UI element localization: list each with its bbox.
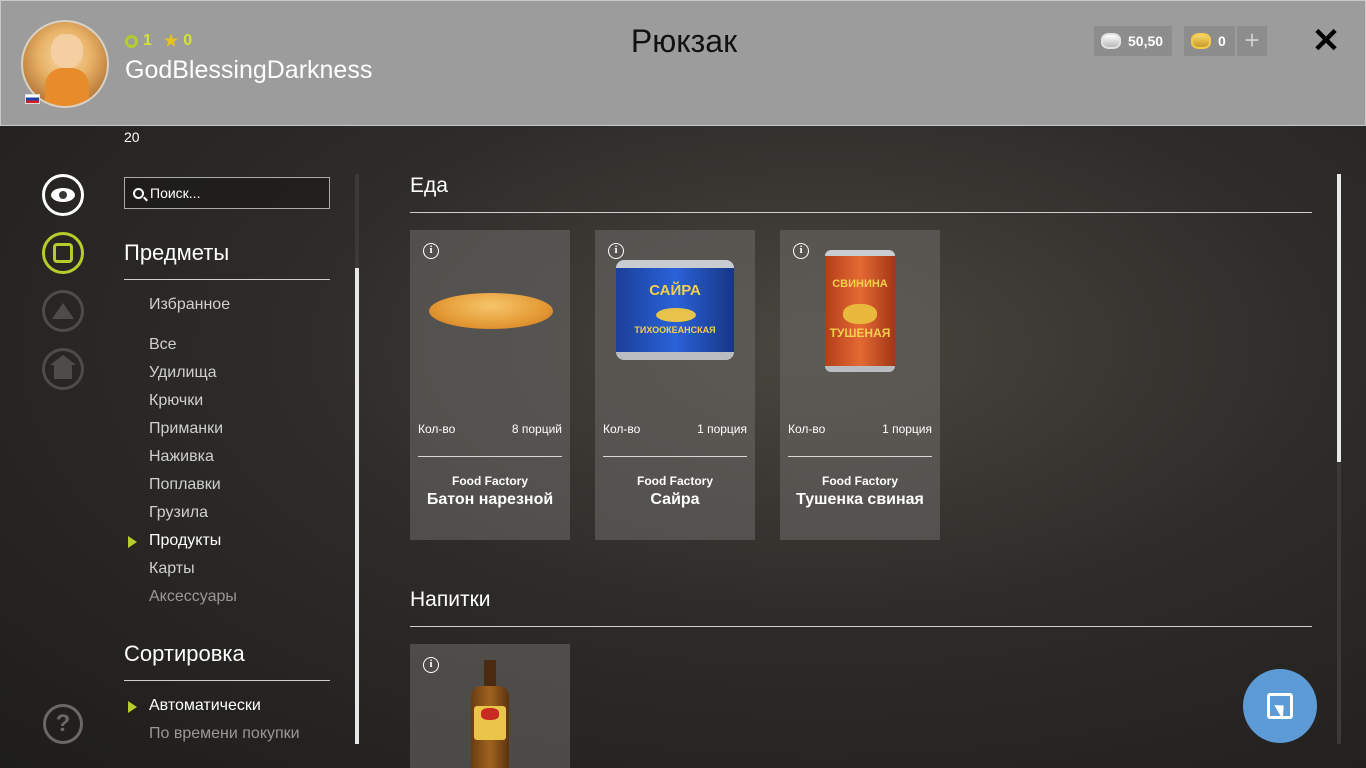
silver-coins-icon xyxy=(1101,33,1121,49)
fish-icon xyxy=(51,188,75,202)
home-icon xyxy=(50,355,76,379)
silver-balance: 50,50 xyxy=(1094,26,1173,56)
player-stats: 1 ★ 0 xyxy=(125,31,192,51)
camp-nav-button[interactable] xyxy=(42,290,84,332)
product-card-saury[interactable]: i САЙРА ТИХООКЕАНСКАЯ Кол-во 1 порция Fo… xyxy=(595,230,755,540)
product-name: Сайра xyxy=(650,491,700,508)
sidebar-scrollbar-thumb[interactable] xyxy=(355,268,359,744)
sort-option-auto[interactable]: Автоматически xyxy=(149,697,261,715)
help-button[interactable]: ? xyxy=(43,704,83,744)
product-brand: Food Factory xyxy=(451,474,528,488)
quantity-value: 1 порция xyxy=(697,422,747,436)
items-divider xyxy=(124,279,330,280)
star-value: 0 xyxy=(183,32,193,49)
can-label-bottom: ТУШЕНАЯ xyxy=(829,326,891,340)
product-card-pork[interactable]: i СВИНИНА ТУШЕНАЯ Кол-во 1 порция Food F… xyxy=(780,230,940,540)
star-stat: ★ 0 xyxy=(164,31,192,51)
cursor-mode-button[interactable] xyxy=(1243,669,1317,743)
backpack-nav-button[interactable] xyxy=(42,232,84,274)
silver-value: 50,50 xyxy=(1128,33,1164,49)
level-value: 1 xyxy=(143,32,152,49)
sort-section-title: Сортировка xyxy=(124,641,245,666)
menu-item-lures[interactable]: Приманки xyxy=(149,420,223,438)
pork-can-image: СВИНИНА ТУШЕНАЯ xyxy=(825,250,895,372)
player-username: GodBlessingDarkness xyxy=(125,56,373,84)
drink-bottle-image xyxy=(471,660,509,768)
tent-icon xyxy=(52,303,74,319)
quantity-value: 8 порций xyxy=(511,422,562,436)
add-gold-button[interactable]: + xyxy=(1237,26,1267,56)
backpack-icon xyxy=(53,243,73,263)
bread-image xyxy=(429,293,553,329)
info-icon[interactable]: i xyxy=(423,243,439,259)
menu-item-sinkers[interactable]: Грузила xyxy=(149,504,208,522)
russia-flag-icon xyxy=(25,94,40,104)
product-name: Тушенка свиная xyxy=(796,491,924,508)
menu-item-favorites[interactable]: Избранное xyxy=(149,296,230,314)
quantity-label: Кол-во xyxy=(603,422,641,436)
close-button[interactable]: ✕ xyxy=(1311,23,1341,59)
menu-item-floats[interactable]: Поплавки xyxy=(149,476,221,494)
page-title: Рюкзак xyxy=(630,23,738,59)
quantity-row: Кол-во 1 порция xyxy=(603,422,747,436)
card-divider xyxy=(603,456,747,457)
gold-coins-icon xyxy=(1191,33,1211,49)
menu-item-bait[interactable]: Наживка xyxy=(149,448,214,466)
category-divider-drinks xyxy=(410,626,1312,627)
info-icon[interactable]: i xyxy=(793,243,809,259)
question-mark-icon: ? xyxy=(55,710,71,737)
gold-balance: 0 xyxy=(1184,26,1235,56)
menu-item-all[interactable]: Все xyxy=(149,336,177,354)
sort-option-purchase-time[interactable]: По времени покупки xyxy=(149,725,300,743)
product-card-bread[interactable]: i Кол-во 8 порций Food Factory Батон нар… xyxy=(410,230,570,540)
product-name: Батон нарезной xyxy=(426,491,554,508)
saury-can-image: САЙРА ТИХООКЕАНСКАЯ xyxy=(616,250,734,368)
can-label-bottom: ТИХООКЕАНСКАЯ xyxy=(634,325,716,335)
fishing-nav-button[interactable] xyxy=(42,174,84,216)
star-icon: ★ xyxy=(163,33,179,50)
menu-item-accessories[interactable]: Аксессуары xyxy=(149,588,237,606)
level-number: 20 xyxy=(124,129,140,145)
active-arrow-icon xyxy=(128,536,137,548)
product-card-drink[interactable]: i xyxy=(410,644,570,768)
can-label-top: СВИНИНА xyxy=(832,278,888,290)
active-sort-arrow-icon xyxy=(128,701,137,713)
menu-item-maps[interactable]: Карты xyxy=(149,560,195,578)
menu-item-hooks[interactable]: Крючки xyxy=(149,392,203,410)
info-icon[interactable]: i xyxy=(423,657,439,673)
quantity-label: Кол-во xyxy=(418,422,456,436)
level-stat: 1 xyxy=(125,32,152,50)
category-title-drinks: Напитки xyxy=(410,588,491,611)
gold-value: 0 xyxy=(1218,33,1226,49)
product-brand: Food Factory xyxy=(636,474,713,488)
category-divider-food xyxy=(410,212,1312,213)
main-scrollbar-thumb[interactable] xyxy=(1337,174,1341,462)
search-icon xyxy=(133,187,144,199)
cursor-icon xyxy=(1267,693,1293,719)
can-label-top: САЙРА xyxy=(649,282,701,299)
search-box[interactable] xyxy=(124,177,330,209)
card-divider xyxy=(418,456,562,457)
menu-item-rods[interactable]: Удилища xyxy=(149,364,217,382)
quantity-row: Кол-во 1 порция xyxy=(788,422,932,436)
level-ring-icon xyxy=(125,34,138,48)
quantity-value: 1 порция xyxy=(882,422,932,436)
search-input[interactable] xyxy=(150,185,320,201)
sort-divider xyxy=(124,680,330,681)
items-section-title: Предметы xyxy=(124,240,230,265)
header-bar: 1 ★ 0 GodBlessingDarkness Рюкзак 50,50 0… xyxy=(0,0,1366,126)
quantity-row: Кол-во 8 порций xyxy=(418,422,562,436)
product-brand: Food Factory xyxy=(821,474,898,488)
home-nav-button[interactable] xyxy=(42,348,84,390)
category-title-food: Еда xyxy=(410,174,448,197)
card-divider xyxy=(788,456,932,457)
menu-item-products[interactable]: Продукты xyxy=(149,532,221,550)
quantity-label: Кол-во xyxy=(788,422,826,436)
